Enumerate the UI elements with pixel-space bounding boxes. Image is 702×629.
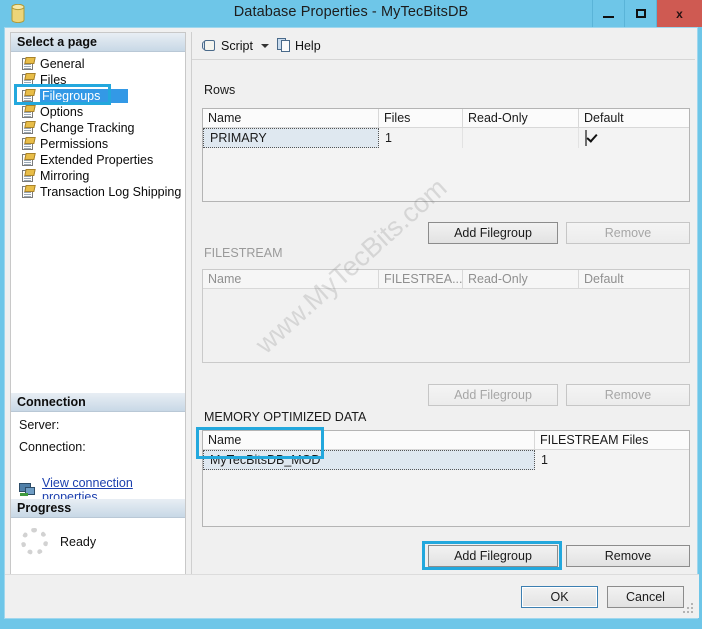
memory-optimized-remove-button[interactable]: Remove (566, 545, 690, 567)
cell-name[interactable]: PRIMARY (203, 128, 379, 148)
rows-grid[interactable]: Name Files Read-Only Default PRIMARY 1 (202, 108, 690, 202)
help-label: Help (294, 38, 321, 53)
network-icon (19, 483, 37, 497)
table-row[interactable]: PRIMARY 1 (203, 128, 689, 148)
rows-remove-button: Remove (566, 222, 690, 244)
page-icon (21, 105, 36, 119)
left-panel: Select a page General Files Filegroups O… (10, 32, 186, 608)
progress-status: Ready (60, 534, 97, 549)
spinner-icon (21, 528, 48, 555)
server-label: Server: (19, 418, 60, 432)
dialog-screenshot: Database Properties - MyTecBitsDB x Sele… (0, 0, 702, 629)
column-header-filestream-files[interactable]: FILESTREAM Files (535, 431, 689, 449)
column-header-default: Default (584, 272, 624, 286)
column-header-default[interactable]: Default (579, 109, 689, 127)
memory-optimized-grid-header: Name FILESTREAM Files (203, 431, 689, 450)
maximize-button[interactable] (624, 0, 656, 27)
progress-header: Progress (11, 499, 185, 518)
sidebar-item-label: Extended Properties (40, 153, 154, 167)
script-label: Script (221, 38, 253, 53)
toolbar: Script Help (192, 32, 695, 60)
sidebar-item-label: Change Tracking (40, 121, 135, 135)
ok-button[interactable]: OK (521, 586, 598, 608)
cell-read-only[interactable] (463, 128, 579, 148)
page-icon (21, 121, 36, 135)
filestream-remove-button: Remove (566, 384, 690, 406)
cell-filestream-files[interactable]: 1 (535, 450, 689, 470)
connection-header: Connection (11, 393, 185, 412)
rows-add-filegroup-button[interactable]: Add Filegroup (428, 222, 558, 244)
sidebar-item-label: Files (40, 73, 67, 87)
cell-name[interactable]: MyTecBitsDB_MOD (203, 450, 535, 470)
cancel-button[interactable]: Cancel (607, 586, 684, 608)
rows-section-label: Rows (204, 83, 236, 97)
script-icon (202, 38, 217, 53)
default-checkbox[interactable] (585, 130, 587, 146)
column-header-filestream-files: FILESTREA... (379, 270, 463, 288)
content-panel: Script Help Rows Name Files Read-Only De… (191, 32, 695, 577)
maximize-icon (635, 9, 646, 18)
sidebar-item-transaction-log-shipping[interactable]: Transaction Log Shipping (19, 184, 185, 200)
sidebar-item-filegroups[interactable]: Filegroups (19, 88, 185, 104)
column-header-read-only: Read-Only (463, 270, 579, 288)
sidebar-item-extended-properties[interactable]: Extended Properties (19, 152, 185, 168)
title-bar: Database Properties - MyTecBitsDB x (0, 0, 702, 27)
filestream-grid: Name FILESTREA... Read-Only Default (202, 269, 690, 363)
page-icon (21, 137, 36, 151)
minimize-icon (603, 15, 614, 18)
dialog-footer: OK Cancel (5, 574, 699, 618)
sidebar-item-general[interactable]: General (19, 56, 185, 72)
close-button[interactable]: x (656, 0, 702, 27)
filestream-section-label: FILESTREAM (204, 246, 283, 260)
column-header-name[interactable]: Name (203, 431, 535, 449)
script-button[interactable]: Script (202, 38, 253, 53)
memory-optimized-grid[interactable]: Name FILESTREAM Files MyTecBitsDB_MOD 1 (202, 430, 690, 527)
sidebar-item-files[interactable]: Files (19, 72, 185, 88)
sidebar-item-options[interactable]: Options (19, 104, 185, 120)
sidebar-item-label: Filegroups (40, 89, 129, 103)
table-row[interactable]: MyTecBitsDB_MOD 1 (203, 450, 689, 470)
sidebar-item-label: Transaction Log Shipping (40, 185, 182, 199)
sidebar-item-permissions[interactable]: Permissions (19, 136, 185, 152)
chevron-down-icon[interactable] (260, 43, 269, 48)
connection-block: Server: Connection: View connection prop… (11, 412, 185, 504)
select-page-header: Select a page (11, 33, 185, 52)
sidebar-item-mirroring[interactable]: Mirroring (19, 168, 185, 184)
page-icon (21, 73, 36, 87)
sidebar-item-label: Options (40, 105, 84, 119)
minimize-button[interactable] (592, 0, 624, 27)
resize-grip[interactable] (683, 603, 695, 615)
column-header-read-only[interactable]: Read-Only (463, 109, 579, 127)
sidebar-item-label: General (40, 57, 85, 71)
window-controls: x (592, 0, 702, 27)
page-list: General Files Filegroups Options Change … (11, 52, 185, 200)
memory-optimized-section-label: MEMORY OPTIMIZED DATA (204, 410, 367, 424)
help-button[interactable]: Help (276, 38, 321, 53)
connection-label: Connection: (19, 440, 86, 454)
sidebar-item-label: Mirroring (40, 169, 90, 183)
help-icon (276, 38, 291, 53)
rows-grid-header: Name Files Read-Only Default (203, 109, 689, 128)
column-header-name[interactable]: Name (203, 109, 379, 127)
page-icon (21, 57, 36, 71)
cell-files[interactable]: 1 (379, 128, 463, 148)
memory-optimized-add-filegroup-button[interactable]: Add Filegroup (428, 545, 558, 567)
page-icon (21, 153, 36, 167)
page-icon (21, 185, 36, 199)
page-icon (21, 169, 36, 183)
sidebar-item-label: Permissions (40, 137, 109, 151)
progress-block: Ready (11, 518, 185, 555)
column-header-name: Name (203, 270, 379, 288)
filestream-add-filegroup-button: Add Filegroup (428, 384, 558, 406)
page-icon (21, 89, 36, 103)
sidebar-item-change-tracking[interactable]: Change Tracking (19, 120, 185, 136)
cell-default[interactable] (579, 128, 689, 148)
filestream-grid-header: Name FILESTREA... Read-Only Default (203, 270, 689, 289)
column-header-files[interactable]: Files (379, 109, 463, 127)
database-properties-dialog: Select a page General Files Filegroups O… (4, 27, 699, 619)
